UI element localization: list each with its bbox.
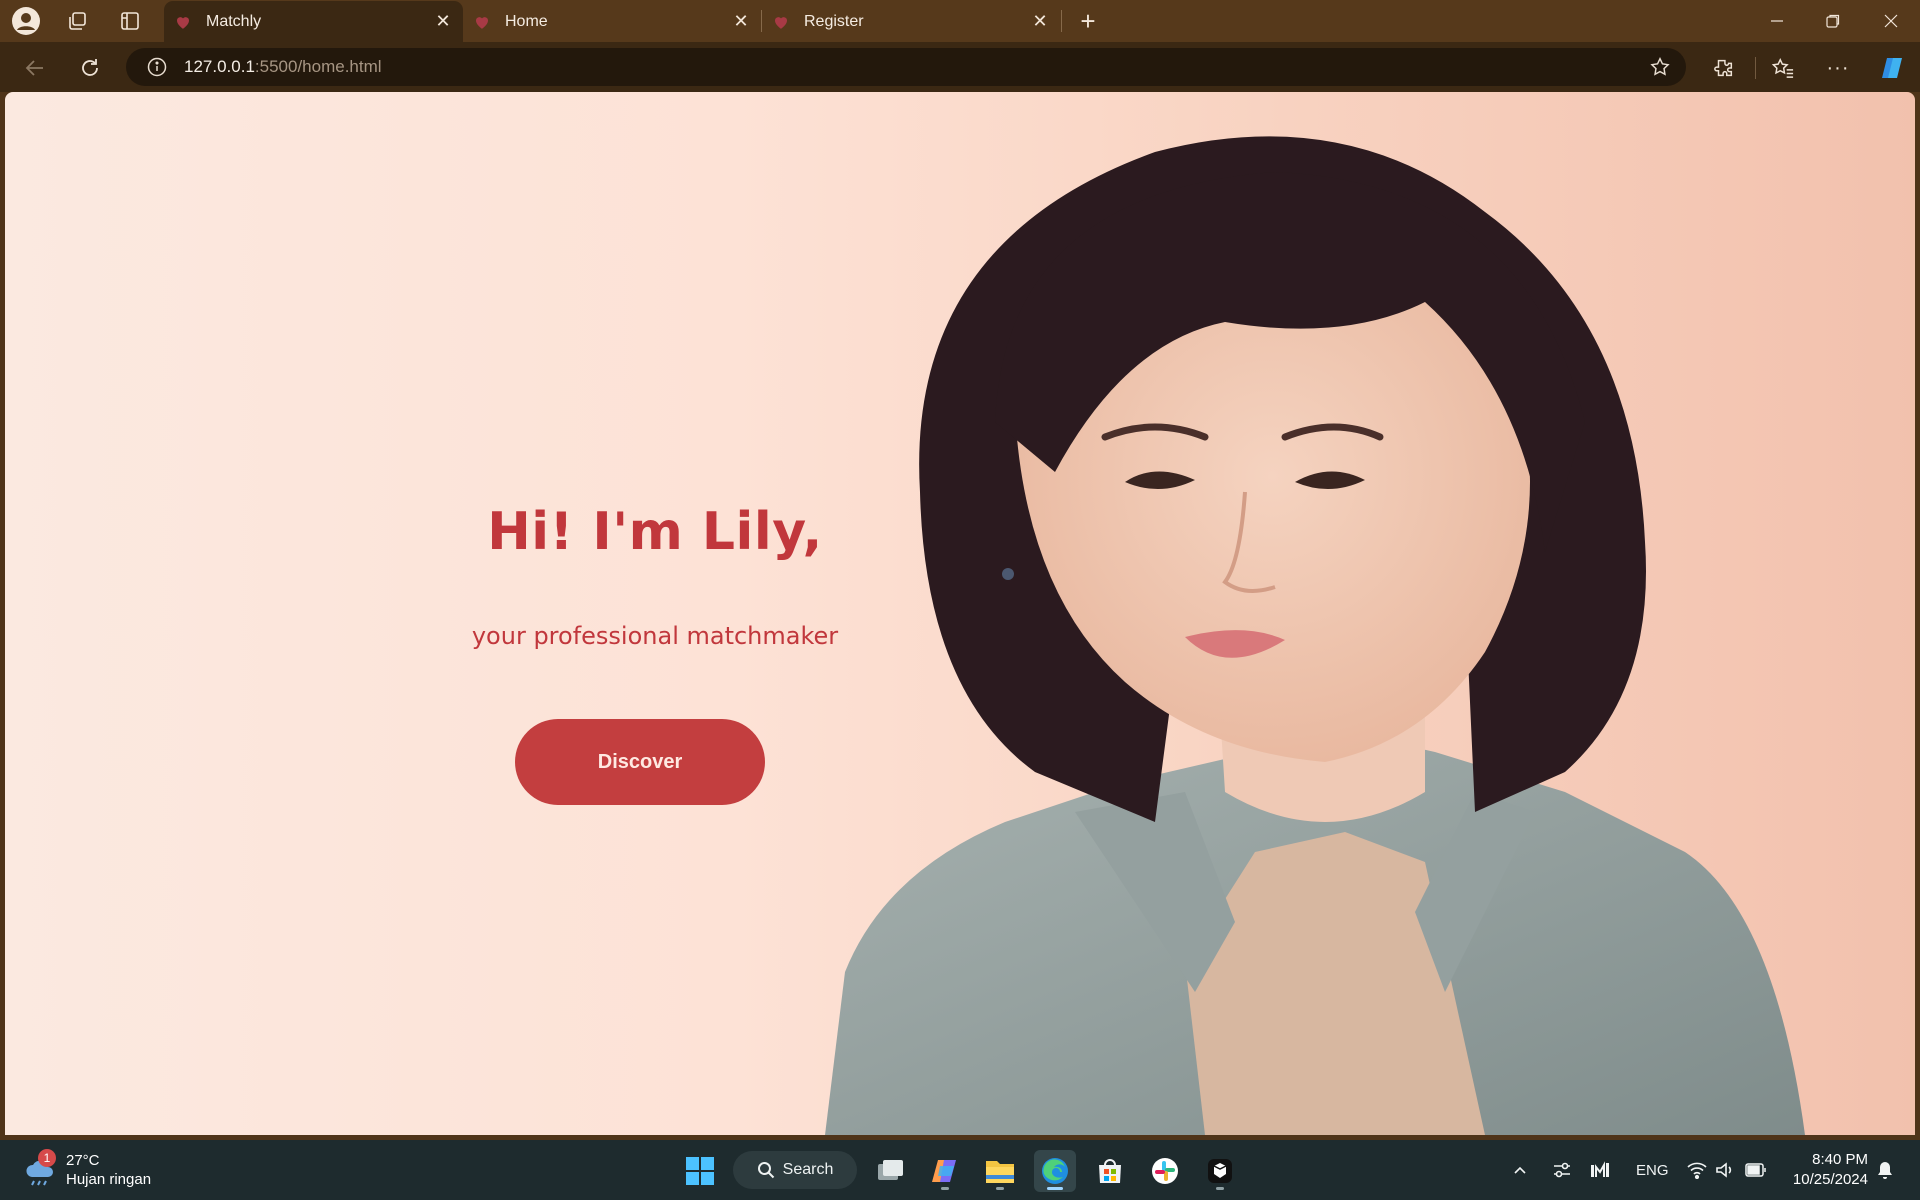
info-icon[interactable]: [146, 56, 168, 78]
chart-app-icon[interactable]: [1590, 1154, 1610, 1186]
clock-date: 10/25/2024: [1792, 1171, 1868, 1188]
favorites-icon[interactable]: [1766, 51, 1800, 85]
volume-icon[interactable]: [1715, 1154, 1735, 1186]
slack-icon[interactable]: [1144, 1150, 1186, 1192]
discover-button[interactable]: Discover: [515, 719, 765, 805]
tab-matchly[interactable]: Matchly ✕: [164, 1, 463, 42]
start-button[interactable]: [679, 1150, 721, 1192]
favorite-star-icon[interactable]: [1648, 55, 1672, 79]
show-hidden-icons[interactable]: [1512, 1154, 1528, 1186]
more-options-icon[interactable]: ···: [1821, 51, 1855, 85]
hero-subtitle: your professional matchmaker: [471, 622, 839, 650]
hero-text: Hi! I'm Lily, your professional matchmak…: [425, 502, 885, 650]
minimize-button[interactable]: [1749, 0, 1805, 42]
search-label: Search: [782, 1161, 834, 1178]
url-text: 127.0.0.1:5500/home.html: [184, 57, 382, 76]
weather-widget[interactable]: 1 27°C Hujan ringan: [24, 1148, 151, 1192]
tab-register[interactable]: Register ✕: [762, 1, 1060, 42]
portrait-image: [825, 136, 1805, 1135]
tab-divider: [1061, 10, 1062, 32]
weather-rain-icon: 1: [24, 1149, 58, 1187]
title-bar: Matchly ✕ Home ✕ Register ✕ +: [0, 0, 1920, 42]
copilot-icon[interactable]: [1875, 51, 1909, 85]
page-viewport: Hi! I'm Lily, your professional matchmak…: [5, 92, 1915, 1135]
workspaces-icon[interactable]: [61, 5, 93, 37]
tab-title: Matchly: [206, 12, 262, 30]
back-button[interactable]: [18, 51, 52, 85]
close-tab-icon[interactable]: ✕: [729, 10, 753, 34]
copilot-app-icon[interactable]: [924, 1150, 966, 1192]
refresh-button[interactable]: [73, 51, 107, 85]
tab-title: Home: [505, 12, 548, 30]
notification-bell-icon[interactable]: [1876, 1154, 1894, 1186]
weather-temp: 27°C: [66, 1152, 100, 1169]
tab-home[interactable]: Home ✕: [463, 1, 761, 42]
taskbar-search[interactable]: Search: [733, 1151, 857, 1189]
extensions-icon[interactable]: [1707, 51, 1741, 85]
browser-toolbar: 127.0.0.1:5500/home.html ···: [0, 42, 1920, 92]
task-view-icon[interactable]: [869, 1150, 911, 1192]
file-explorer-icon[interactable]: [979, 1150, 1021, 1192]
restore-button[interactable]: [1805, 0, 1861, 42]
search-icon: [757, 1162, 774, 1179]
language-indicator[interactable]: ENG: [1636, 1154, 1669, 1186]
profile-icon[interactable]: [10, 5, 42, 37]
tab-actions-icon[interactable]: [114, 5, 146, 37]
weather-desc: Hujan ringan: [66, 1171, 152, 1188]
new-tab-icon[interactable]: +: [1072, 5, 1104, 37]
hero-title: Hi! I'm Lily,: [487, 502, 823, 562]
address-bar[interactable]: 127.0.0.1:5500/home.html: [126, 48, 1686, 86]
battery-icon[interactable]: [1745, 1154, 1767, 1186]
close-tab-icon[interactable]: ✕: [1028, 10, 1052, 34]
toolbar-divider: [1755, 57, 1756, 79]
microsoft-store-icon[interactable]: [1089, 1150, 1131, 1192]
heart-icon: [772, 13, 790, 31]
wifi-icon[interactable]: [1687, 1154, 1707, 1186]
clock-time: 8:40 PM: [1812, 1151, 1868, 1168]
taskbar: 1 27°C Hujan ringan Search ENG 8:40 PM 1…: [0, 1140, 1920, 1200]
tab-title: Register: [804, 12, 864, 30]
heart-icon: [473, 13, 491, 31]
app-icon[interactable]: [1199, 1150, 1241, 1192]
system-clock[interactable]: 8:40 PM 10/25/2024: [1793, 1150, 1868, 1190]
settings-sliders-icon[interactable]: [1552, 1154, 1572, 1186]
close-tab-icon[interactable]: ✕: [431, 10, 455, 34]
notification-badge: 1: [38, 1149, 56, 1167]
edge-browser-icon[interactable]: [1034, 1150, 1076, 1192]
close-window-button[interactable]: [1863, 0, 1919, 42]
heart-icon: [174, 13, 192, 31]
